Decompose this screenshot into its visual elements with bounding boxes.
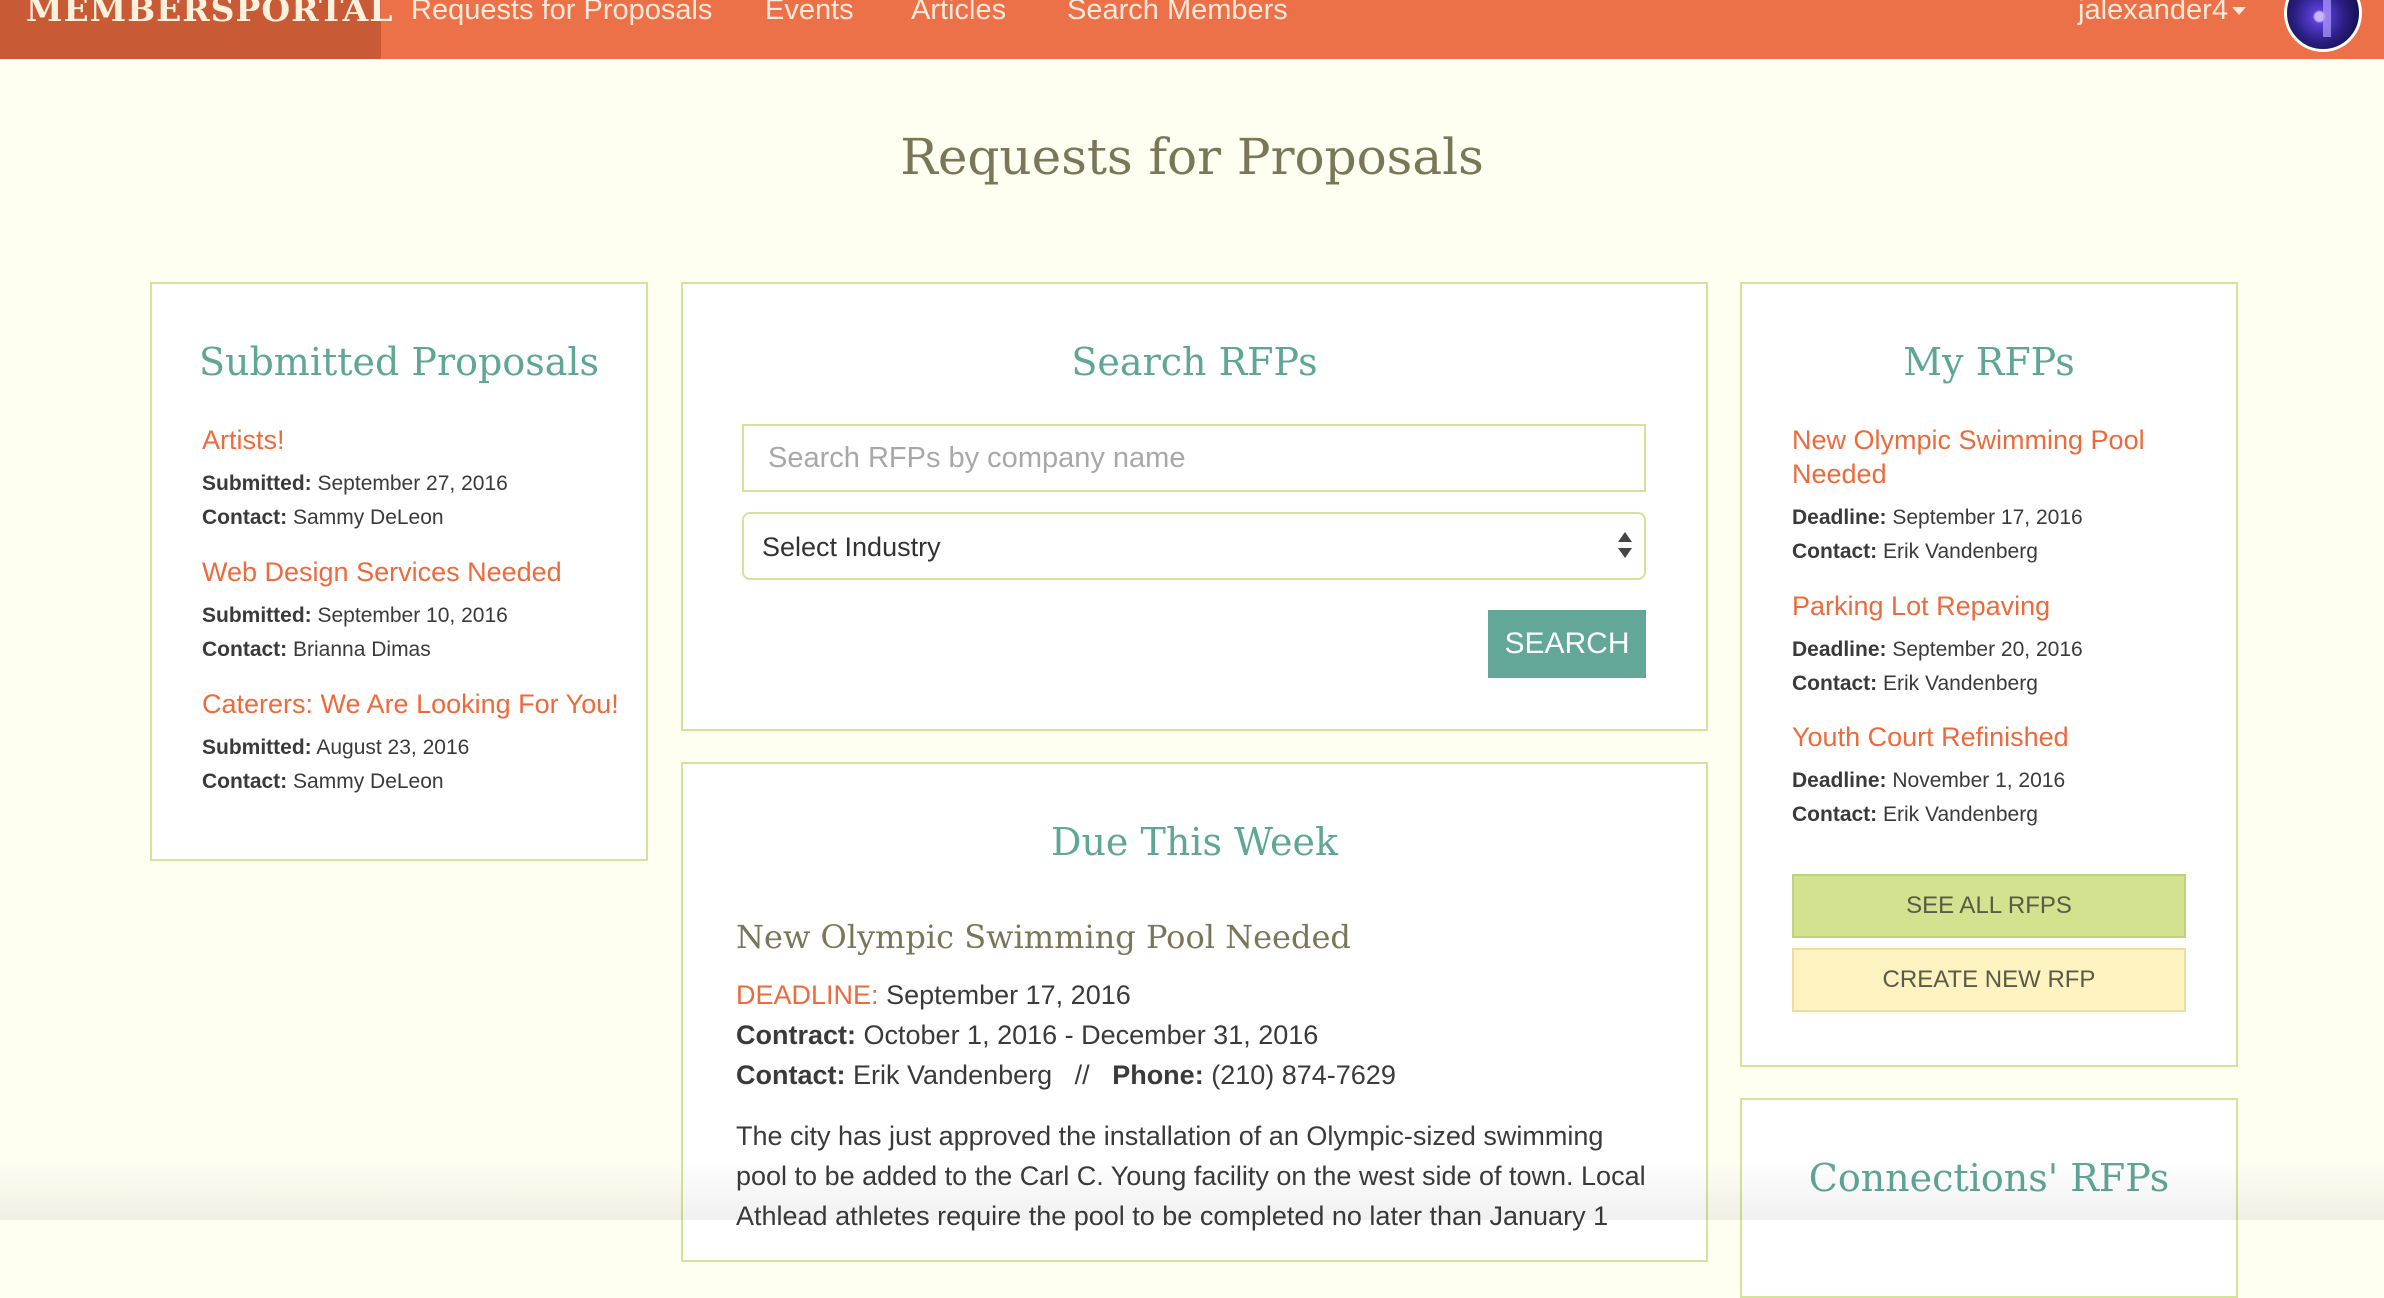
nav-link-events[interactable]: Events [765,0,854,25]
submitted-date: Submitted: September 27, 2016 [202,472,508,495]
page-title: Requests for Proposals [900,128,1484,186]
brand-logo[interactable]: MEMBERSPORTAL [0,0,392,59]
my-rfp-deadline: Deadline: September 20, 2016 [1792,638,2083,661]
submitted-contact: Contact: Brianna Dimas [202,638,431,661]
submitted-date: Submitted: August 23, 2016 [202,736,470,759]
my-rfp-deadline: Deadline: November 1, 2016 [1792,769,2066,792]
industry-select[interactable]: Select Industry [742,512,1646,580]
search-button[interactable]: SEARCH [1488,610,1646,678]
nav-link-search-members[interactable]: Search Members [1067,0,1288,25]
due-contract: Contract: October 1, 2016 - December 31,… [736,1020,1319,1050]
username-label: jalexander4 [2078,0,2228,26]
avatar[interactable] [2284,0,2362,52]
nav-link-requests-for-proposals[interactable]: Requests for Proposals [411,0,712,25]
caret-down-icon [2231,7,2246,15]
my-rfp-title[interactable]: New Olympic Swimming Pool Needed [1792,423,2192,491]
card-title: Submitted Proposals [198,340,600,384]
my-rfp-contact: Contact: Erik Vandenberg [1792,540,2038,563]
my-rfp-contact: Contact: Erik Vandenberg [1792,672,2038,695]
top-navbar: MEMBERSPORTAL Requests for Proposals Eve… [0,0,2384,59]
due-deadline: DEADLINE: September 17, 2016 [736,980,1131,1010]
submitted-proposal-title[interactable]: Web Design Services Needed [202,555,562,589]
nav-link-articles[interactable]: Articles [911,0,1006,25]
my-rfp-deadline: Deadline: September 17, 2016 [1792,506,2083,529]
submitted-date: Submitted: September 10, 2016 [202,604,508,627]
user-menu-toggle[interactable]: jalexander4 [2078,0,2246,25]
search-input[interactable] [742,424,1646,492]
submitted-contact: Contact: Sammy DeLeon [202,770,444,793]
card-title: Connections' RFPs [1808,1156,2170,1200]
submitted-proposal-title[interactable]: Caterers: We Are Looking For You! [202,687,619,721]
due-contact-phone: Contact: Erik Vandenberg // Phone: (210)… [736,1060,1396,1090]
card-title: Due This Week [1050,820,1339,864]
connections-rfps-card: Connections' RFPs [1740,1098,2238,1298]
card-title: Search RFPs [1071,340,1318,384]
my-rfp-title[interactable]: Youth Court Refinished [1792,720,2069,754]
my-rfp-title[interactable]: Parking Lot Repaving [1792,589,2050,623]
due-item-title[interactable]: New Olympic Swimming Pool Needed [736,918,1351,956]
submitted-proposal-title[interactable]: Artists! [202,423,285,457]
select-arrows-icon [1618,532,1632,564]
see-all-rfps-button[interactable]: SEE ALL RFPS [1792,874,2186,938]
industry-select-value: Select Industry [762,532,941,562]
submitted-contact: Contact: Sammy DeLeon [202,506,444,529]
card-title: My RFPs [1903,340,2075,384]
create-new-rfp-button[interactable]: CREATE NEW RFP [1792,948,2186,1012]
due-description: The city has just approved the installat… [736,1121,1646,1231]
my-rfp-contact: Contact: Erik Vandenberg [1792,803,2038,826]
